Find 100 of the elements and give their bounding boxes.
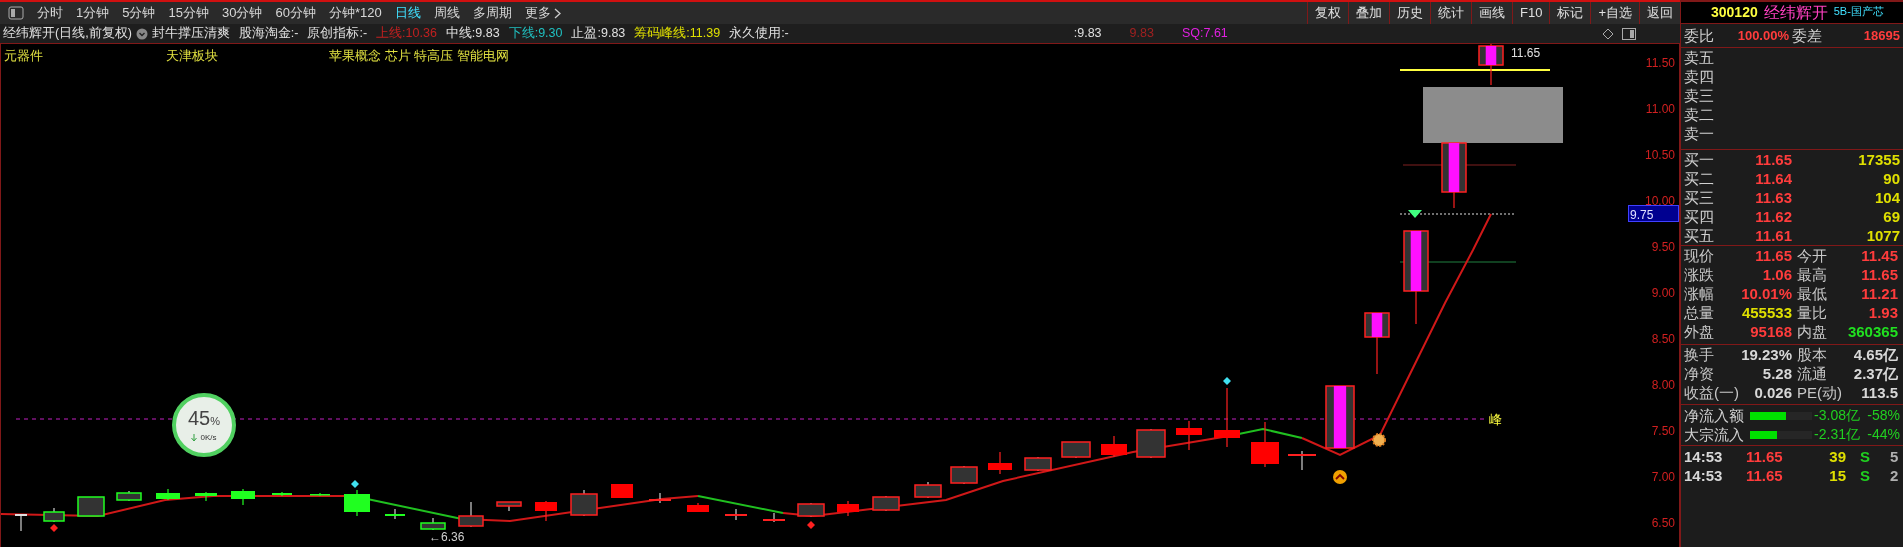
period-tab[interactable]: 多周期 <box>472 3 512 23</box>
stat-label: 涨跌 <box>1684 265 1715 284</box>
stat-label: 委差 <box>1792 26 1823 45</box>
trade-count: 5 <box>1890 447 1899 466</box>
period-tab[interactable]: 日线 <box>394 3 421 23</box>
candlestick <box>1251 421 1279 468</box>
bid-price: 11.64 <box>1754 169 1792 188</box>
diamond-marker <box>351 480 359 488</box>
more-button[interactable]: 更多 <box>524 3 561 23</box>
stat-value: 360365 <box>1846 322 1899 341</box>
period-tab[interactable]: 60分钟 <box>275 3 316 23</box>
fund-flow-percent: -44% <box>1866 425 1900 444</box>
indicator-value: :9.83 <box>1073 25 1102 43</box>
candlestick <box>837 500 859 517</box>
concept-tag: 苹果概念 芯片 特高压 智能电网 <box>329 46 509 66</box>
bid-volume: 17355 <box>1857 150 1900 169</box>
diamond-marker <box>1223 377 1231 385</box>
diamond-marker <box>807 521 815 529</box>
candlestick <box>1176 420 1202 451</box>
price-axis-label: 9.50 <box>1651 239 1675 256</box>
candlestick <box>914 481 942 499</box>
candlestick <box>496 501 522 512</box>
trade-time: 14:53 <box>1684 447 1724 466</box>
price-axis-label: 8.50 <box>1651 331 1675 348</box>
download-arrow-icon <box>191 433 198 442</box>
candlestick <box>1441 142 1467 209</box>
candlestick <box>611 483 633 499</box>
sun-icon <box>1372 433 1386 447</box>
stat-label: 流通 <box>1797 364 1828 383</box>
chart-title: 经纬辉开(日线,前复权) <box>3 25 132 43</box>
period-tab[interactable]: 5分钟 <box>122 3 156 23</box>
stat-label: 今开 <box>1797 246 1828 265</box>
bid-volume: 1077 <box>1865 226 1900 245</box>
stat-value: 11.45 <box>1860 246 1899 265</box>
fund-flow-percent: -58% <box>1866 406 1900 425</box>
trade-side: S <box>1860 447 1871 466</box>
bid-price: 11.61 <box>1754 226 1792 245</box>
stat-label: 总量 <box>1684 303 1715 322</box>
dropdown-icon[interactable] <box>135 27 148 40</box>
bid-volume: 69 <box>1882 207 1900 226</box>
indicator-value: 止盈:9.83 <box>571 25 626 43</box>
candlestick <box>156 488 180 501</box>
candlestick <box>649 492 671 504</box>
sector-label: 5B-国产芯 <box>1833 4 1884 19</box>
trade-volume: 15 <box>1828 466 1846 485</box>
period-tab[interactable]: 分时 <box>37 3 63 23</box>
speed-percent: 45% <box>188 406 220 431</box>
candlestick <box>1325 385 1355 449</box>
bid-price: 11.63 <box>1754 188 1792 207</box>
high-price-label: 11.65 <box>1511 45 1541 62</box>
candlestick <box>1364 312 1390 375</box>
candlestick <box>1101 435 1127 458</box>
stat-value: 95168 <box>1749 322 1793 341</box>
stock-code: 300120 <box>1711 3 1758 22</box>
stat-value: 113.5 <box>1860 383 1899 402</box>
panel-toggle-icon[interactable] <box>8 6 24 20</box>
price-axis-label: 11.50 <box>1645 55 1675 72</box>
stat-value: 11.21 <box>1860 284 1899 303</box>
period-tab[interactable]: 周线 <box>433 3 460 23</box>
ask-level-label: 卖一 <box>1684 125 1714 142</box>
candlestick <box>1214 387 1240 448</box>
low-price-label: ←6.36 <box>429 529 465 546</box>
candlestick <box>535 500 557 522</box>
diamond-marker <box>50 524 58 532</box>
bid-level-label: 买四 <box>1684 207 1715 226</box>
price-axis-label: 7.50 <box>1651 423 1675 440</box>
concept-tag: 天津板块 <box>166 46 329 66</box>
candlestick <box>1061 441 1091 459</box>
bid-level-label: 买五 <box>1684 226 1715 245</box>
trade-price: 11.65 <box>1746 466 1784 485</box>
candlestick <box>687 502 709 513</box>
stat-value: 11.65 <box>1860 265 1899 284</box>
bid-volume: 90 <box>1882 169 1900 188</box>
current-price-label: 9.75 <box>1628 205 1679 222</box>
candlestick <box>420 517 446 531</box>
trade-price: 11.65 <box>1746 447 1784 466</box>
period-tab[interactable]: 1分钟 <box>76 3 110 23</box>
trade-side: S <box>1860 466 1871 485</box>
period-tab[interactable]: 30分钟 <box>221 3 263 23</box>
period-tab[interactable]: 15分钟 <box>168 3 209 23</box>
stat-value: 2.37亿 <box>1852 364 1899 383</box>
candlestick <box>116 490 142 502</box>
stat-label: 最高 <box>1797 265 1828 284</box>
period-tab[interactable]: 分钟*120 <box>328 3 382 23</box>
diamond-icon[interactable] <box>1602 27 1614 40</box>
candlestick <box>570 489 598 517</box>
stat-value: 10.01% <box>1740 284 1793 303</box>
stat-value: 1.06 <box>1761 265 1793 284</box>
stat-label: 净资 <box>1684 364 1715 383</box>
stock-name: 经纬辉开 <box>1763 3 1828 22</box>
stat-label: 内盘 <box>1797 322 1828 341</box>
panel-icon[interactable] <box>1622 27 1636 40</box>
gem-icon <box>1408 210 1422 218</box>
price-axis-label: 8.00 <box>1651 377 1675 394</box>
fund-flow-label: 大宗流入 <box>1684 425 1745 444</box>
up-chevron-icon <box>1333 470 1347 484</box>
stat-value: 18695 <box>1862 27 1900 45</box>
candlestick <box>725 508 747 521</box>
bid-volume: 104 <box>1873 188 1900 207</box>
chevron-right-icon <box>553 7 561 19</box>
